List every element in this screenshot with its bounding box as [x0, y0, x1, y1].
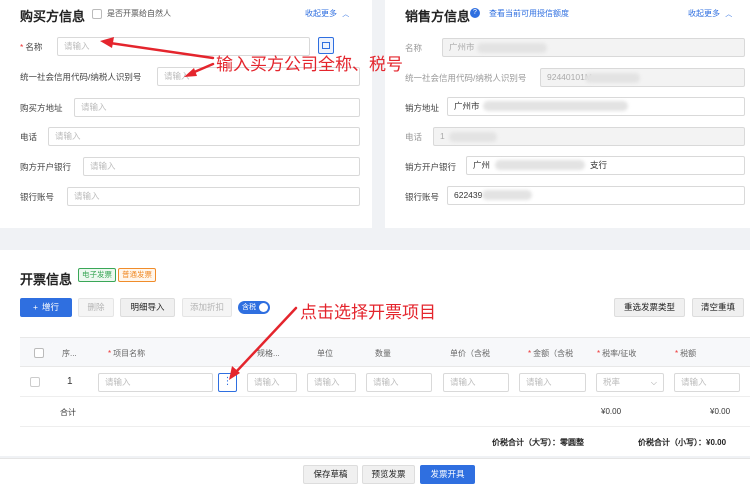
- buyer-phone-input[interactable]: 请输入: [48, 127, 360, 146]
- col-unit-price: 单价（含税: [450, 349, 490, 358]
- seller-title: 销售方信息: [405, 9, 471, 24]
- col-tax-rate: * 税率/征收: [597, 349, 637, 358]
- tax-rate-select[interactable]: 税率 ⌵: [596, 373, 664, 392]
- select-item-button[interactable]: ⋮: [218, 373, 237, 392]
- buyer-account-label: 银行账号: [20, 192, 55, 202]
- seller-card: 销售方信息 ? 查看当前可用授信额度 收起更多 ︿ 名称 广州市 统一社会信用代…: [385, 0, 750, 228]
- buyer-bank-label: 购方开户银行: [20, 162, 72, 172]
- total-row: 合计 ¥0.00 ¥0.00: [20, 397, 750, 427]
- col-spec: 规格...: [257, 349, 280, 358]
- credit-limit-link[interactable]: 查看当前可用授信额度: [489, 8, 569, 19]
- save-draft-button[interactable]: 保存草稿: [303, 465, 358, 484]
- delete-button[interactable]: 删除: [78, 298, 114, 317]
- seller-phone-label: 电话: [405, 132, 423, 142]
- redaction-blur: [482, 190, 532, 200]
- chevron-up-icon: ︿: [342, 11, 350, 18]
- col-amount: * 金额（含税: [528, 349, 574, 358]
- quantity-input[interactable]: 请输入: [366, 373, 432, 392]
- buyer-card: 购买方信息 是否开票给自然人 收起更多 ︿ * 名称 请输入 统一社会信用代码/纳…: [0, 0, 372, 228]
- plus-icon: +: [33, 302, 38, 312]
- redaction-blur: [449, 132, 497, 142]
- more-dots-icon: ⋮: [222, 376, 233, 387]
- col-tax: * 税额: [675, 349, 697, 358]
- buyer-address-input[interactable]: 请输入: [74, 98, 360, 117]
- add-row-button[interactable]: + 增行: [20, 298, 72, 317]
- item-name-input[interactable]: 请输入: [98, 373, 213, 392]
- col-quantity: 数量: [375, 349, 391, 358]
- preview-invoice-button[interactable]: 预览发票: [362, 465, 415, 484]
- buyer-address-label: 购买方地址: [20, 103, 63, 113]
- buyer-account-input[interactable]: 请输入: [67, 187, 360, 206]
- tax-included-toggle[interactable]: 含税: [238, 301, 270, 314]
- amount-input[interactable]: 请输入: [519, 373, 586, 392]
- buyer-name-label: * 名称: [20, 42, 43, 52]
- natural-person-label: 是否开票给自然人: [107, 9, 171, 18]
- tax-included-label: 含税: [242, 304, 256, 311]
- seller-account-label: 银行账号: [405, 192, 440, 202]
- buyer-annotation: 输入买方公司全称、税号: [216, 55, 403, 74]
- invoice-title: 开票信息: [20, 272, 73, 287]
- redaction-blur: [483, 101, 628, 111]
- table-row: 1 请输入 ⋮ 请输入 请输入 请输入 请输入 请输入 税率 ⌵ 请输入: [20, 367, 750, 397]
- add-discount-button[interactable]: 添加折扣: [182, 298, 232, 317]
- toggle-knob: [259, 303, 268, 312]
- invoice-card: 开票信息 电子发票 普通发票 + 增行 删除 明细导入 添加折扣 含税 重选发票类…: [0, 250, 750, 456]
- redaction-blur: [477, 43, 547, 53]
- grand-total-upper: 价税合计（大写）：零圆整: [492, 438, 584, 447]
- issue-invoice-button[interactable]: 发票开具: [420, 465, 475, 484]
- tax-input[interactable]: 请输入: [674, 373, 740, 392]
- reselect-invoice-type-button[interactable]: 重选发票类型: [614, 298, 685, 317]
- clear-all-button[interactable]: 清空重填: [692, 298, 744, 317]
- natural-person-checkbox[interactable]: [92, 9, 102, 19]
- unit-input[interactable]: 请输入: [307, 373, 356, 392]
- table-header: 序... * 项目名称 规格... 单位 数量 单价（含税 * 金额（含税 * 税率/…: [20, 337, 750, 367]
- normal-invoice-tag: 普通发票: [118, 268, 156, 282]
- seller-bank-label: 销方开户银行: [405, 162, 457, 172]
- unit-price-input[interactable]: 请输入: [443, 373, 509, 392]
- seller-collapse-label: 收起更多: [688, 9, 720, 18]
- seller-collapse-link[interactable]: 收起更多 ︿: [688, 8, 732, 19]
- redaction-blur: [585, 73, 640, 83]
- grand-total-lower: 价税合计（小写）：¥0.00: [638, 438, 727, 447]
- col-unit: 单位: [317, 349, 333, 358]
- buyer-taxid-label: 统一社会信用代码/纳税人识别号: [20, 72, 142, 82]
- buyer-title: 购买方信息: [20, 9, 86, 24]
- chevron-up-icon: ︿: [725, 11, 733, 18]
- select-all-checkbox[interactable]: [34, 348, 44, 358]
- redaction-blur: [495, 160, 585, 170]
- buyer-collapse-label: 收起更多: [305, 9, 337, 18]
- item-annotation: 点击选择开票项目: [300, 303, 436, 322]
- buyer-phone-label: 电话: [20, 132, 38, 142]
- seller-name-label: 名称: [405, 43, 423, 53]
- col-index: 序...: [62, 349, 77, 358]
- buyer-bank-input[interactable]: 请输入: [83, 157, 360, 176]
- import-detail-button[interactable]: 明细导入: [120, 298, 175, 317]
- row-checkbox[interactable]: [30, 377, 40, 387]
- total-tax: ¥0.00: [710, 407, 731, 416]
- help-icon[interactable]: ?: [470, 8, 480, 18]
- buyer-collapse-link[interactable]: 收起更多 ︿: [305, 8, 349, 19]
- seller-taxid-label: 统一社会信用代码/纳税人识别号: [405, 73, 527, 83]
- total-label: 合计: [60, 408, 76, 417]
- spec-input[interactable]: 请输入: [247, 373, 297, 392]
- total-amount: ¥0.00: [601, 407, 622, 416]
- electronic-invoice-tag: 电子发票: [78, 268, 116, 282]
- seller-taxid-input: 92440101M: [540, 68, 745, 87]
- chevron-down-icon: ⌵: [650, 378, 657, 387]
- row-index: 1: [67, 376, 73, 387]
- col-item-name: * 项目名称: [108, 349, 146, 358]
- seller-address-label: 销方地址: [405, 103, 440, 113]
